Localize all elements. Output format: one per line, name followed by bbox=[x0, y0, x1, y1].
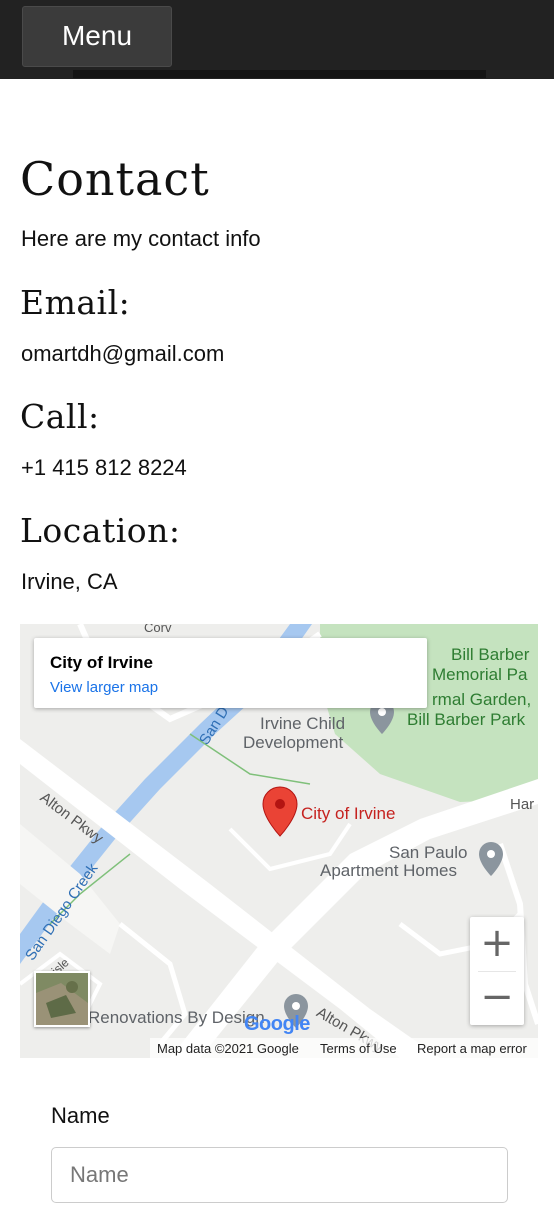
map-label: Development bbox=[243, 733, 344, 752]
zoom-controls: + − bbox=[470, 917, 524, 1025]
map-label: San Paulo bbox=[389, 843, 468, 862]
map-label: Bill Barber Park bbox=[407, 710, 526, 729]
email-heading: Email: bbox=[20, 283, 131, 322]
map-label: Irvine Child bbox=[260, 714, 346, 733]
map-label: Apartment Homes bbox=[320, 861, 457, 880]
location-value: Irvine, CA bbox=[21, 569, 118, 594]
map-label: Har bbox=[510, 796, 535, 813]
location-marker bbox=[262, 786, 298, 837]
name-label: Name bbox=[51, 1103, 110, 1128]
map-place-title: City of Irvine bbox=[50, 653, 153, 672]
intro-text: Here are my contact info bbox=[21, 226, 261, 251]
zoom-in-button[interactable]: + bbox=[470, 917, 524, 971]
map-marker-label: City of Irvine bbox=[301, 804, 396, 823]
zoom-out-button[interactable]: − bbox=[470, 971, 524, 1025]
report-map-error-link[interactable]: Report a map error bbox=[417, 1041, 527, 1056]
phone-value: +1 415 812 8224 bbox=[21, 455, 187, 480]
email-value: omartdh@gmail.com bbox=[21, 341, 225, 366]
view-larger-map-link[interactable]: View larger map bbox=[50, 679, 158, 696]
map-data-attribution: Map data ©2021 Google bbox=[157, 1041, 299, 1056]
satellite-toggle[interactable] bbox=[34, 971, 90, 1027]
map-info-card: City of Irvine View larger map bbox=[34, 638, 427, 708]
embedded-map[interactable]: Corv Bill Barber Memorial Pa rmal Garden… bbox=[20, 624, 538, 1058]
name-input[interactable] bbox=[51, 1147, 508, 1203]
map-label: rmal Garden, bbox=[432, 690, 532, 709]
satellite-thumbnail-icon bbox=[36, 973, 88, 1025]
menu-button[interactable]: Menu bbox=[22, 6, 172, 67]
map-label: Bill Barber bbox=[451, 645, 530, 664]
terms-of-use-link[interactable]: Terms of Use bbox=[320, 1041, 397, 1056]
nav-underline bbox=[73, 70, 486, 78]
call-heading: Call: bbox=[20, 397, 100, 436]
poi-pin-san-paulo bbox=[479, 842, 503, 876]
page-title: Contact bbox=[20, 152, 210, 206]
map-label: Renovations By Design bbox=[88, 1008, 265, 1027]
map-label: Corv bbox=[144, 624, 172, 635]
location-heading: Location: bbox=[20, 511, 181, 550]
google-logo: Google bbox=[244, 1013, 310, 1035]
top-nav-bar: Menu bbox=[0, 0, 554, 79]
map-label: Memorial Pa bbox=[432, 665, 528, 684]
